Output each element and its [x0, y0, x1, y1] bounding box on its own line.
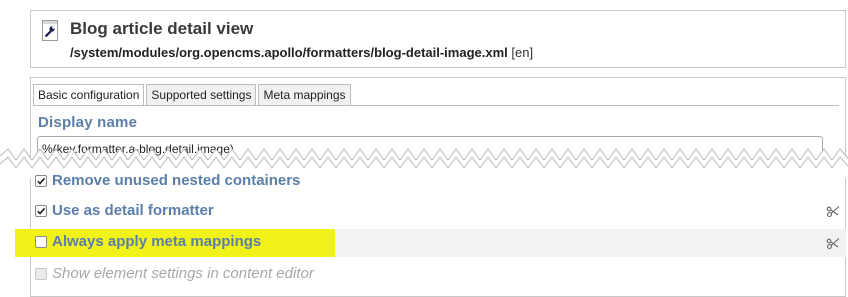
detail-formatter-checkbox[interactable]	[35, 205, 47, 217]
apply-meta-mappings-control: Always apply meta mappings	[30, 229, 846, 257]
option-row-detail-formatter: Use as detail formatter	[30, 198, 846, 226]
remove-unused-containers-checkbox[interactable]	[35, 175, 47, 187]
tab-supported-settings[interactable]: Supported settings	[146, 84, 257, 105]
scissors-icon[interactable]	[826, 204, 840, 218]
tab-meta-mappings[interactable]: Meta mappings	[258, 84, 351, 105]
resource-path-text: /system/modules/org.opencms.apollo/forma…	[70, 45, 508, 60]
apply-meta-mappings-checkbox[interactable]	[35, 236, 47, 248]
wrench-icon	[42, 20, 58, 41]
detail-formatter-label: Use as detail formatter	[52, 202, 214, 219]
apply-meta-mappings-label: Always apply meta mappings	[52, 233, 262, 250]
page-title: Blog article detail view	[70, 19, 254, 38]
resource-path: /system/modules/org.opencms.apollo/forma…	[70, 45, 533, 60]
display-name-input[interactable]	[37, 136, 823, 161]
locale-badge: [en]	[511, 45, 534, 60]
remove-unused-containers-label: Remove unused nested containers	[52, 172, 301, 189]
option-row-remove-unused-containers: Remove unused nested containers	[30, 168, 846, 196]
show-element-settings-label: Show element settings in content editor	[52, 265, 314, 282]
tab-divider	[33, 105, 839, 106]
display-name-label: Display name	[38, 114, 138, 131]
option-row-show-element-settings: Show element settings in content editor	[30, 261, 846, 289]
show-element-settings-checkbox[interactable]	[35, 268, 47, 280]
tab-basic-configuration[interactable]: Basic configuration	[33, 84, 145, 106]
resource-header: Blog article detail view /system/modules…	[30, 10, 846, 68]
tab-bar: Basic configuration Supported settings M…	[33, 84, 351, 106]
